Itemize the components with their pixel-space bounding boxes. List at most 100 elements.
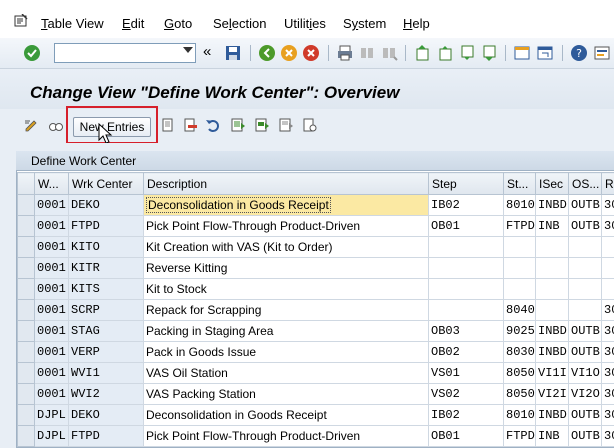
table-cell[interactable]: IB02 — [428, 194, 504, 216]
first-page-icon[interactable] — [413, 44, 431, 62]
table-cell[interactable] — [428, 299, 504, 321]
last-page-icon[interactable] — [480, 44, 498, 62]
table-cell[interactable]: VI1I — [535, 362, 569, 384]
table-cell[interactable]: OUTB — [568, 341, 602, 363]
print-field-list-icon[interactable] — [302, 117, 318, 133]
find-next-icon[interactable] — [380, 44, 398, 62]
row-selector[interactable] — [17, 194, 35, 216]
column-header[interactable]: R — [601, 172, 614, 195]
table-cell[interactable]: VS02 — [428, 383, 504, 405]
double-chevron-left-icon[interactable]: « — [203, 43, 211, 60]
table-cell[interactable]: FTPD — [503, 425, 536, 447]
column-header[interactable]: W... — [34, 172, 69, 195]
table-cell[interactable]: IB02 — [428, 404, 504, 426]
table-cell[interactable]: OUTB — [568, 404, 602, 426]
select-all-icon[interactable] — [230, 117, 246, 133]
table-cell[interactable]: OB01 — [428, 215, 504, 237]
table-cell[interactable]: VAS Oil Station — [143, 362, 429, 384]
menu-item[interactable]: Utilities — [284, 16, 326, 31]
table-cell[interactable] — [601, 236, 614, 258]
shortcut-icon[interactable] — [536, 44, 554, 62]
row-selector[interactable] — [17, 383, 35, 405]
row-selector[interactable] — [17, 425, 35, 447]
previous-page-icon[interactable] — [436, 44, 454, 62]
table-cell[interactable]: INB — [535, 215, 569, 237]
column-header[interactable]: Step — [428, 172, 504, 195]
table-cell[interactable] — [568, 257, 602, 279]
table-cell[interactable]: VI2O — [568, 383, 602, 405]
table-cell[interactable]: 8050 — [503, 362, 536, 384]
table-cell[interactable] — [568, 278, 602, 300]
row-selector[interactable] — [17, 215, 35, 237]
table-cell[interactable]: 30 — [601, 215, 614, 237]
table-cell[interactable]: VS01 — [428, 362, 504, 384]
save-icon[interactable] — [224, 44, 242, 62]
table-cell[interactable] — [568, 236, 602, 258]
column-header[interactable]: St... — [503, 172, 536, 195]
table-cell[interactable] — [535, 236, 569, 258]
table-cell[interactable]: VI2I — [535, 383, 569, 405]
table-cell[interactable]: 30 — [601, 425, 614, 447]
table-cell[interactable] — [428, 257, 504, 279]
select-all-rows-cell[interactable] — [17, 172, 35, 195]
table-cell[interactable]: 30 — [601, 194, 614, 216]
menu-item[interactable]: Edit — [122, 16, 144, 31]
row-selector[interactable] — [17, 257, 35, 279]
row-selector[interactable] — [17, 362, 35, 384]
table-cell[interactable]: 8040 — [503, 299, 536, 321]
table-cell[interactable] — [535, 299, 569, 321]
table-cell[interactable] — [535, 257, 569, 279]
customize-layout-icon[interactable] — [593, 44, 611, 62]
table-cell[interactable]: 8010 — [503, 404, 536, 426]
table-cell[interactable]: Repack for Scrapping — [143, 299, 429, 321]
print-icon[interactable] — [336, 44, 354, 62]
table-cell[interactable]: OUTB — [568, 425, 602, 447]
exit-icon[interactable] — [280, 44, 298, 62]
table-cell[interactable]: Pick Point Flow-Through Product-Driven — [143, 215, 429, 237]
column-header[interactable]: ISec — [535, 172, 569, 195]
chevron-down-icon[interactable] — [183, 47, 193, 53]
column-header[interactable]: Wrk Center — [68, 172, 144, 195]
table-cell[interactable]: 8030 — [503, 341, 536, 363]
table-cell[interactable] — [601, 278, 614, 300]
row-selector[interactable] — [17, 341, 35, 363]
change-display-icon[interactable] — [24, 117, 40, 133]
table-cell[interactable]: INBD — [535, 320, 569, 342]
select-block-icon[interactable] — [254, 117, 270, 133]
table-cell[interactable] — [503, 278, 536, 300]
row-selector[interactable] — [17, 278, 35, 300]
table-cell[interactable]: 30 — [601, 362, 614, 384]
table-cell[interactable]: Deconsolidation in Goods Receipt — [143, 404, 429, 426]
focused-cell-text[interactable]: Deconsolidation in Goods Receipt — [146, 197, 331, 213]
row-selector[interactable] — [17, 236, 35, 258]
enter-check-icon[interactable] — [23, 44, 41, 62]
table-cell[interactable] — [568, 299, 602, 321]
row-selector[interactable] — [17, 404, 35, 426]
column-header[interactable]: Description — [143, 172, 429, 195]
table-cell[interactable]: OB03 — [428, 320, 504, 342]
table-cell[interactable]: 30 — [601, 341, 614, 363]
row-selector[interactable] — [17, 299, 35, 321]
row-selector[interactable] — [17, 320, 35, 342]
table-cell[interactable]: Reverse Kitting — [143, 257, 429, 279]
command-field[interactable] — [54, 43, 196, 63]
menu-item[interactable]: Goto — [164, 16, 192, 31]
delete-icon[interactable] — [182, 117, 198, 133]
menu-item[interactable]: Help — [403, 16, 430, 31]
menu-item[interactable]: System — [343, 16, 386, 31]
table-cell[interactable]: FTPD — [503, 215, 536, 237]
back-icon[interactable] — [258, 44, 276, 62]
table-cell[interactable]: Pack in Goods Issue — [143, 341, 429, 363]
table-cell[interactable] — [503, 236, 536, 258]
table-cell[interactable]: 30 — [601, 383, 614, 405]
table-cell[interactable]: INBD — [535, 194, 569, 216]
table-cell[interactable]: Kit Creation with VAS (Kit to Order) — [143, 236, 429, 258]
table-cell[interactable] — [428, 278, 504, 300]
table-cell[interactable] — [428, 236, 504, 258]
table-cell[interactable]: 8050 — [503, 383, 536, 405]
cancel-icon[interactable] — [302, 44, 320, 62]
menu-item[interactable]: Selection — [213, 16, 267, 31]
table-cell[interactable] — [601, 257, 614, 279]
help-icon[interactable]: ? — [570, 44, 588, 62]
table-cell[interactable]: INBD — [535, 341, 569, 363]
